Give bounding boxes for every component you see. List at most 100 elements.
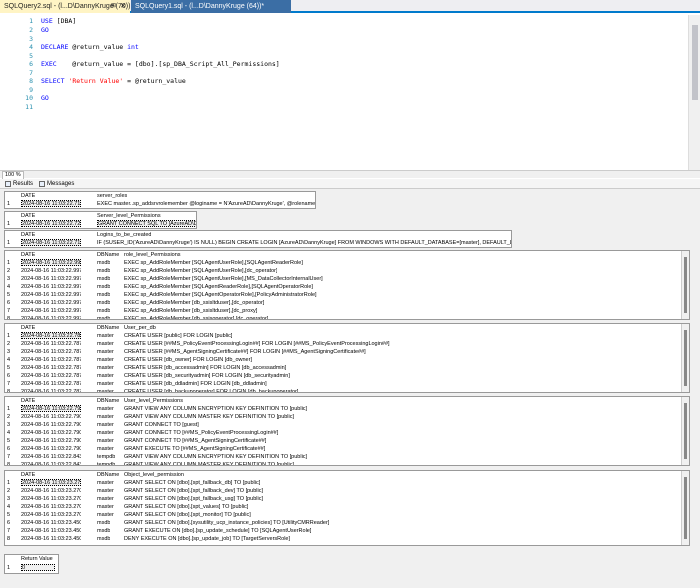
grid-cell[interactable]: msdb	[97, 307, 110, 315]
grid-cell[interactable]: 2024-08-16 11:03:22.997	[21, 267, 81, 275]
table-row[interactable]: 8 2024-08-16 11:03:23.450 msdb DENY EXECUTE…	[5, 535, 689, 543]
column-header[interactable]: DATE	[21, 251, 35, 259]
table-row[interactable]: 3 2024-08-16 11:03:23.270 master GRANT SELE…	[5, 495, 689, 503]
grid-cell[interactable]: master	[97, 413, 114, 421]
grid-cell[interactable]: EXEC sp_AddRoleMember [db_ssisltduser],[…	[124, 299, 264, 307]
grid-cell[interactable]: EXEC sp_AddRoleMember [SQLAgentUserRole]…	[124, 259, 303, 267]
grid-cell[interactable]: 2024-08-16 11:03:22.790	[21, 413, 81, 421]
table-row[interactable]: 1 2024-08-16 11:03:22.720 GRANT CONNECT SQ…	[5, 220, 196, 228]
grid-cell[interactable]: 2024-08-16 11:03:22.997	[21, 275, 81, 283]
grid-cell[interactable]: master	[97, 421, 114, 429]
grid-cell[interactable]: 2024-08-16 11:03:23.450	[21, 519, 81, 527]
scroll-thumb[interactable]	[684, 257, 687, 313]
table-row[interactable]: 5 2024-08-16 11:03:23.270 master GRANT SELE…	[5, 511, 689, 519]
grid-cell[interactable]: 2024-08-16 11:03:22.997	[21, 259, 81, 266]
grid-cell[interactable]: msdb	[97, 535, 110, 543]
table-row[interactable]: 3 2024-08-16 11:03:22.997 msdb EXEC sp_AddR…	[5, 275, 689, 283]
grid-cell[interactable]: GRANT SELECT ON [dbo].[spt_values] TO [p…	[124, 503, 248, 511]
grid-cell[interactable]: GRANT VIEW ANY COLUMN ENCRYPTION KEY DEF…	[124, 405, 307, 413]
table-row[interactable]: 10	[5, 564, 58, 572]
table-row[interactable]: 1 2024-08-16 11:03:22.717 EXEC master..sp_…	[5, 200, 315, 208]
query-editor[interactable]: 1 2 3 4 5 6 7 8 9 10 11 USE [DBA] GO DEC…	[0, 15, 688, 170]
grid-cell[interactable]: IF (SUSER_ID('AzureAD\DannyKruge') IS NU…	[97, 239, 511, 247]
grid-cell[interactable]: 2024-08-16 11:03:22.843	[21, 453, 81, 461]
table-row[interactable]: 6 2024-08-16 11:03:22.787 master CREATE USE…	[5, 372, 689, 380]
column-header[interactable]: DATE	[21, 231, 35, 239]
grid-cell[interactable]: msdb	[97, 275, 110, 283]
grid-cell[interactable]: master	[97, 340, 114, 348]
grid-cell[interactable]: CREATE USER [##MS_AgentSigningCertificat…	[124, 348, 366, 356]
grid-cell[interactable]: 2024-08-16 11:03:22.997	[21, 315, 81, 319]
grid-cell[interactable]: GRANT SELECT ON [dbo].[spt_fallback_db] …	[124, 479, 260, 487]
table-row[interactable]: 4 2024-08-16 11:03:23.270 master GRANT SELE…	[5, 503, 689, 511]
column-header[interactable]: role_level_Permissions	[124, 251, 181, 259]
grid-cell[interactable]: master	[97, 356, 114, 364]
scroll-thumb[interactable]	[692, 25, 698, 100]
editor-vertical-scrollbar[interactable]	[688, 15, 700, 170]
column-header[interactable]: DBName	[97, 251, 119, 259]
grid-cell[interactable]: 2024-08-16 11:03:22.720	[21, 220, 81, 227]
grid-cell[interactable]: CREATE USER [db_accessadmin] FOR LOGIN […	[124, 364, 286, 372]
grid-cell[interactable]: 2024-08-16 11:03:22.787	[21, 332, 81, 339]
grid-cell[interactable]: EXEC sp_AddRoleMember [db_ssisoperator],…	[124, 315, 268, 319]
scroll-thumb[interactable]	[684, 477, 687, 539]
grid-cell[interactable]: GRANT VIEW ANY COLUMN MASTER KEY DEFINIT…	[124, 461, 294, 465]
grid-cell[interactable]: EXEC sp_AddRoleMember [SQLAgentUserRole]…	[124, 267, 277, 275]
grid-cell[interactable]: 2024-08-16 11:03:22.843	[21, 461, 81, 465]
grid-cell[interactable]: master	[97, 479, 114, 487]
table-row[interactable]: 5 2024-08-16 11:03:22.997 msdb EXEC sp_AddR…	[5, 291, 689, 299]
grid-cell[interactable]: master	[97, 445, 114, 453]
grid-cell[interactable]: CREATE USER [##MS_PolicyEventProcessingL…	[124, 340, 390, 348]
grid-cell[interactable]: 2024-08-16 11:03:22.717	[21, 239, 81, 246]
grid-cell[interactable]: msdb	[97, 267, 110, 275]
table-row[interactable]: 8 2024-08-16 11:03:22.997 msdb EXEC sp_AddR…	[5, 315, 689, 319]
column-header[interactable]: Logins_to_be_created	[97, 231, 151, 239]
grid-cell[interactable]: GRANT SELECT ON [dbo].[spt_monitor] TO […	[124, 511, 251, 519]
grid-cell[interactable]: GRANT CONNECT TO [##MS_AgentSigningCerti…	[124, 437, 266, 445]
grid-cell[interactable]: 2024-08-16 11:03:22.787	[21, 380, 81, 388]
table-row[interactable]: 8 2024-08-16 11:03:22.787 master CREATE USE…	[5, 388, 689, 392]
grid-cell[interactable]: master	[97, 503, 114, 511]
grid-cell[interactable]: EXEC master..sp_addsrvrolemember @logina…	[97, 200, 315, 208]
grid-cell[interactable]: master	[97, 429, 114, 437]
grid-cell[interactable]: 2024-08-16 11:03:23.270	[21, 511, 81, 519]
grid-cell[interactable]: GRANT VIEW ANY COLUMN MASTER KEY DEFINIT…	[124, 413, 294, 421]
table-row[interactable]: 4 2024-08-16 11:03:22.787 master CREATE USE…	[5, 356, 689, 364]
grid-cell[interactable]: 2024-08-16 11:03:22.717	[21, 200, 81, 207]
grid-cell[interactable]: EXEC sp_AddRoleMember [SQLAgentUserRole]…	[124, 275, 323, 283]
grid-cell[interactable]: master	[97, 437, 114, 445]
grid-cell[interactable]: GRANT EXECUTE ON [dbo].[sp_update_schedu…	[124, 527, 311, 535]
grid-cell[interactable]: msdb	[97, 527, 110, 535]
grid-vertical-scrollbar[interactable]	[681, 471, 689, 545]
grid-cell[interactable]: GRANT VIEW ANY COLUMN ENCRYPTION KEY DEF…	[124, 453, 307, 461]
column-header[interactable]: DBName	[97, 324, 119, 332]
grid-vertical-scrollbar[interactable]	[681, 251, 689, 319]
table-row[interactable]: 2 2024-08-16 11:03:22.997 msdb EXEC sp_AddR…	[5, 267, 689, 275]
column-header[interactable]: DATE	[21, 397, 35, 405]
grid-cell[interactable]: CREATE USER [db_owner] FOR LOGIN [db_own…	[124, 356, 252, 364]
grid-cell[interactable]: 2024-08-16 11:03:22.790	[21, 437, 81, 445]
grid-cell[interactable]: master	[97, 511, 114, 519]
result-grid[interactable]: DATE Logins_to_be_created 1 2024-08-16 11:0…	[4, 230, 512, 248]
column-header[interactable]: User_level_Permissions	[124, 397, 183, 405]
column-header[interactable]: User_per_db	[124, 324, 156, 332]
scroll-thumb[interactable]	[684, 330, 687, 386]
result-grid[interactable]: DATE DBName User_per_db 1 2024-08-16 11:03:2…	[4, 323, 690, 393]
grid-cell[interactable]: msdb	[97, 291, 110, 299]
grid-cell[interactable]: DENY EXECUTE ON [dbo].[sp_update_job] TO…	[124, 535, 290, 543]
column-header[interactable]: DATE	[21, 324, 35, 332]
table-row[interactable]: 6 2024-08-16 11:03:23.450 msdb GRANT SELECT…	[5, 519, 689, 527]
grid-cell[interactable]: master	[97, 495, 114, 503]
grid-vertical-scrollbar[interactable]	[681, 397, 689, 465]
table-row[interactable]: 8 2024-08-16 11:03:22.843 tempdb GRANT VIEW…	[5, 461, 689, 465]
grid-cell[interactable]: 2024-08-16 11:03:23.450	[21, 527, 81, 535]
close-icon[interactable]: ✕	[120, 0, 126, 13]
table-row[interactable]: 7 2024-08-16 11:03:22.843 tempdb GRANT VIEW…	[5, 453, 689, 461]
grid-cell[interactable]: 2024-08-16 11:03:23.270	[21, 479, 81, 486]
column-header[interactable]: Server_level_Permissions	[97, 212, 161, 220]
table-row[interactable]: 1 2024-08-16 11:03:22.787 master CREATE USE…	[5, 332, 689, 340]
table-row[interactable]: 1 2024-08-16 11:03:22.717 IF (SUSER_ID('Az…	[5, 239, 511, 247]
grid-cell[interactable]: msdb	[97, 259, 110, 267]
column-header[interactable]: Object_level_permission	[124, 471, 184, 479]
grid-cell[interactable]: msdb	[97, 315, 110, 319]
